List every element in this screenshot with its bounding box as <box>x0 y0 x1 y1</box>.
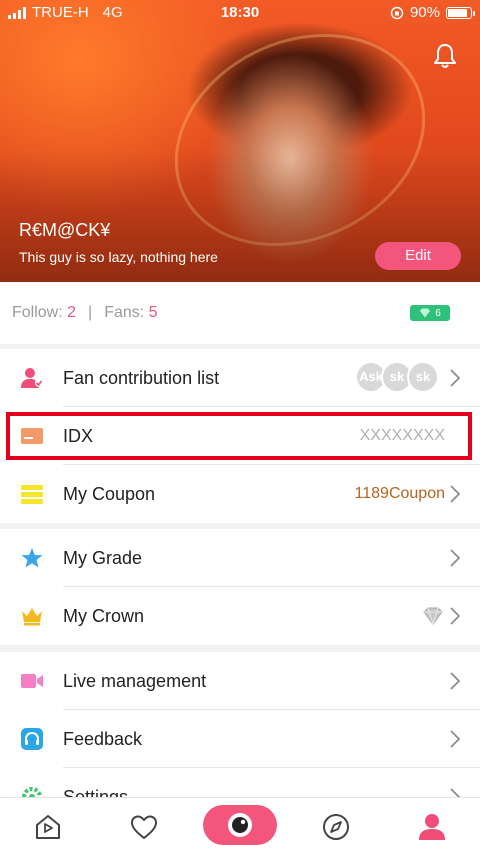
profile-bio: This guy is so lazy, nothing here <box>19 249 218 265</box>
bell-icon[interactable] <box>432 42 458 70</box>
diamond-icon <box>420 308 431 318</box>
feedback-row[interactable]: Feedback <box>0 710 480 768</box>
video-camera-icon <box>21 674 43 688</box>
chevron-right-icon <box>450 549 460 567</box>
fan-avatars: Ask sk sk <box>355 361 440 393</box>
coupon-row[interactable]: My Coupon 1189Coupon <box>0 465 480 523</box>
live-camera-icon <box>228 813 252 837</box>
gem-count: 6 <box>435 307 441 319</box>
fan-user-icon <box>21 368 43 388</box>
highlight-annotation <box>6 412 472 460</box>
avatar: sk <box>407 361 439 393</box>
grade-label: My Grade <box>63 548 143 568</box>
coupon-label: My Coupon <box>63 484 156 504</box>
feedback-label: Feedback <box>63 729 143 749</box>
crown-label: My Crown <box>63 606 145 626</box>
chevron-right-icon <box>450 672 460 690</box>
gem-badge[interactable]: 6 <box>410 305 450 321</box>
heart-icon[interactable] <box>129 812 159 842</box>
live-management-row[interactable]: Live management <box>0 652 480 710</box>
chevron-right-icon <box>450 730 460 748</box>
chevron-right-icon <box>450 607 460 625</box>
gray-diamond-icon <box>423 607 443 625</box>
status-bar: TRUE-H 4G 18:30 90% <box>0 0 480 26</box>
battery-percent: 90% <box>409 4 440 21</box>
bottom-tab-bar <box>0 797 480 853</box>
fans-link[interactable]: Fans: 5 <box>104 304 157 321</box>
star-icon <box>21 548 43 568</box>
follow-count: 2 <box>67 304 77 321</box>
crown-icon <box>22 608 42 626</box>
live-camera-button[interactable] <box>203 805 277 845</box>
profile-icon[interactable] <box>417 812 447 842</box>
follow-link[interactable]: Follow: 2 <box>12 304 76 321</box>
fans-count: 5 <box>148 304 158 321</box>
compass-icon[interactable] <box>321 812 351 842</box>
orientation-lock-icon <box>390 6 404 19</box>
chevron-right-icon <box>450 369 460 387</box>
headset-icon <box>21 728 43 750</box>
follow-stats: Follow: 2 | Fans: 5 <box>12 304 158 321</box>
fan-contribution-label: Fan contribution list <box>63 368 220 388</box>
coupon-icon <box>21 485 43 504</box>
profile-nickname: R€M@CK¥ <box>19 220 111 240</box>
live-management-label: Live management <box>63 671 207 691</box>
edit-profile-button[interactable]: Edit <box>375 242 461 270</box>
grade-row[interactable]: My Grade <box>0 529 480 587</box>
home-icon[interactable] <box>33 812 63 842</box>
battery-icon <box>446 6 475 19</box>
chevron-right-icon <box>450 485 460 503</box>
coupon-value: 1189Coupon <box>354 485 445 502</box>
crown-row[interactable]: My Crown <box>0 587 480 645</box>
